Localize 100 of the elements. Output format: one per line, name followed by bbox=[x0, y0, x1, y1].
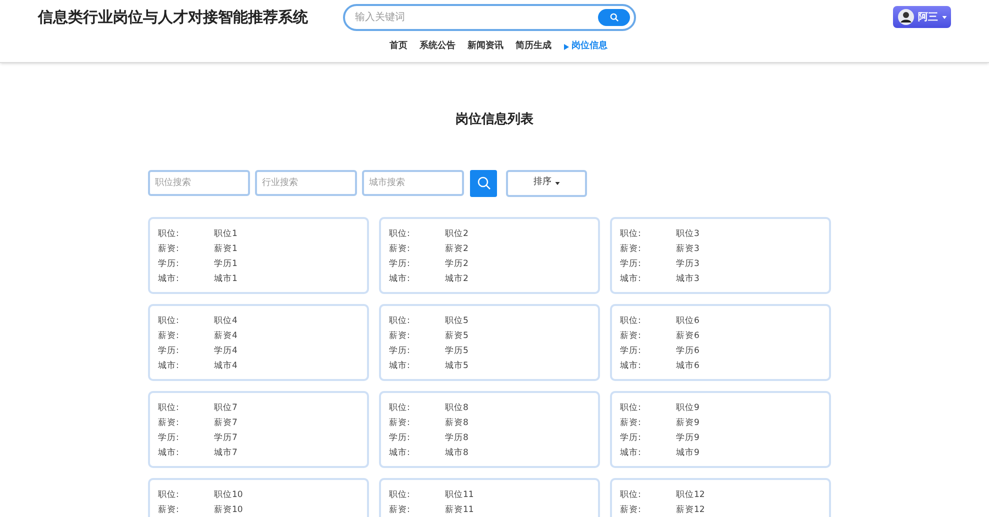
field-label: 薪资: bbox=[158, 504, 180, 516]
field-value: 职位8 bbox=[445, 402, 468, 414]
search-button[interactable] bbox=[470, 170, 497, 196]
field-value: 城市4 bbox=[214, 360, 238, 372]
field-value: 学历8 bbox=[445, 432, 468, 444]
field-label: 城市: bbox=[158, 272, 180, 286]
field-label: 城市: bbox=[620, 446, 642, 460]
field-label: 薪资: bbox=[389, 330, 411, 342]
field-value: 学历4 bbox=[214, 344, 238, 358]
nav-link[interactable]: 简历生成 bbox=[516, 40, 552, 54]
field-label: 薪资: bbox=[620, 416, 642, 430]
field-value: 薪资6 bbox=[676, 330, 700, 342]
field-value: 职位11 bbox=[445, 488, 474, 502]
search-bar[interactable]: 输入关键词 bbox=[343, 4, 636, 30]
field-value: 薪资12 bbox=[676, 504, 705, 516]
field-label: 薪资: bbox=[389, 504, 411, 516]
field-label: 职位: bbox=[620, 314, 642, 328]
field-label: 职位: bbox=[389, 314, 411, 328]
nav-link[interactable]: 岗位信息 bbox=[564, 40, 608, 54]
job-card[interactable]: 职位: 职位9 薪资: 薪资9 学历: 学历9 城市: 城市9 bbox=[610, 390, 831, 468]
field-value: 城市2 bbox=[445, 272, 468, 286]
filter-field[interactable]: 行业搜索 bbox=[255, 170, 357, 196]
field-value: 职位9 bbox=[676, 402, 700, 414]
field-label: 城市: bbox=[158, 446, 180, 460]
field-value: 城市7 bbox=[214, 446, 238, 460]
field-value: 城市9 bbox=[676, 446, 700, 460]
field-label: 职位: bbox=[158, 228, 180, 240]
search-field[interactable]: 输入关键词 bbox=[355, 10, 598, 24]
field-value: 城市8 bbox=[445, 446, 468, 460]
field-value: 薪资4 bbox=[214, 330, 238, 342]
field-value: 学历1 bbox=[214, 258, 238, 270]
field-value: 学历2 bbox=[445, 258, 468, 270]
field-value: 薪资5 bbox=[445, 330, 468, 342]
field-label: 职位: bbox=[158, 314, 180, 328]
field-value: 薪资8 bbox=[445, 416, 468, 430]
job-card[interactable]: 职位: 职位3 薪资: 薪资3 学历: 学历3 城市: 城市3 bbox=[610, 216, 831, 294]
field-value: 职位6 bbox=[676, 314, 700, 328]
field-label: 学历: bbox=[620, 432, 642, 444]
field-label: 职位: bbox=[389, 228, 411, 240]
field-label: 城市: bbox=[620, 360, 642, 372]
search-button[interactable] bbox=[598, 8, 630, 26]
job-card[interactable]: 职位: 职位8 薪资: 薪资8 学历: 学历8 城市: 城市8 bbox=[379, 390, 600, 468]
field-value: 职位12 bbox=[676, 488, 705, 502]
job-card[interactable]: 职位: 职位11 薪资: 薪资11 bbox=[379, 478, 600, 517]
nav-link[interactable]: 系统公告 bbox=[420, 40, 456, 54]
user-menu-button[interactable]: 阿三 bbox=[893, 6, 951, 28]
field-label: 学历: bbox=[389, 432, 411, 444]
field-label: 职位: bbox=[620, 488, 642, 502]
field-label: 职位: bbox=[389, 402, 411, 414]
job-card[interactable]: 职位: 职位6 薪资: 薪资6 学历: 学历6 城市: 城市6 bbox=[610, 304, 831, 380]
field-value: 学历7 bbox=[214, 432, 238, 444]
field-label: 城市: bbox=[158, 360, 180, 372]
field-value: 学历3 bbox=[676, 258, 700, 270]
field-value: 职位3 bbox=[676, 228, 700, 240]
job-card[interactable]: 职位: 职位4 薪资: 薪资4 学历: 学历4 城市: 城市4 bbox=[148, 304, 369, 380]
caret-icon bbox=[942, 16, 947, 18]
job-card[interactable]: 职位: 职位12 薪资: 薪资12 bbox=[610, 478, 831, 517]
field-label: 城市: bbox=[620, 272, 642, 286]
field-value: 薪资11 bbox=[445, 504, 474, 516]
field-value: 职位2 bbox=[445, 228, 468, 240]
field-label: 薪资: bbox=[158, 330, 180, 342]
field-value: 薪资7 bbox=[214, 416, 238, 430]
field-label: 学历: bbox=[620, 258, 642, 270]
filter-field[interactable]: 职位搜索 bbox=[148, 170, 250, 196]
field-value: 薪资1 bbox=[214, 242, 238, 256]
field-label: 薪资: bbox=[389, 242, 411, 256]
field-label: 学历: bbox=[158, 432, 180, 444]
filter-field[interactable]: 城市搜索 bbox=[362, 170, 464, 196]
job-card[interactable]: 职位: 职位10 薪资: 薪资10 bbox=[148, 478, 369, 517]
job-card[interactable]: 职位: 职位5 薪资: 薪资5 学历: 学历5 城市: 城市5 bbox=[379, 304, 600, 380]
field-label: 薪资: bbox=[620, 242, 642, 256]
field-label: 城市: bbox=[389, 446, 411, 460]
search-icon bbox=[610, 12, 618, 22]
field-label: 薪资: bbox=[620, 330, 642, 342]
field-value: 薪资3 bbox=[676, 242, 700, 256]
job-card[interactable]: 职位: 职位2 薪资: 薪资2 学历: 学历2 城市: 城市2 bbox=[379, 216, 600, 294]
triangle-icon bbox=[564, 44, 568, 50]
field-label: 薪资: bbox=[620, 504, 642, 516]
field-value: 薪资2 bbox=[445, 242, 468, 256]
field-label: 职位: bbox=[158, 402, 180, 414]
field-value: 薪资10 bbox=[214, 504, 243, 516]
field-value: 学历5 bbox=[445, 344, 468, 358]
nav-link[interactable]: 首页 bbox=[390, 40, 408, 54]
field-value: 城市5 bbox=[445, 360, 468, 372]
field-label: 城市: bbox=[389, 360, 411, 372]
field-label: 薪资: bbox=[158, 242, 180, 256]
job-card[interactable]: 职位: 职位1 薪资: 薪资1 学历: 学历1 城市: 城市1 bbox=[148, 216, 369, 294]
field-value: 城市6 bbox=[676, 360, 700, 372]
field-value: 职位4 bbox=[214, 314, 238, 328]
field-value: 职位1 bbox=[214, 228, 238, 240]
field-value: 城市1 bbox=[214, 272, 238, 286]
field-value: 学历9 bbox=[676, 432, 700, 444]
job-card[interactable]: 职位: 职位7 薪资: 薪资7 学历: 学历7 城市: 城市7 bbox=[148, 390, 369, 468]
field-label: 学历: bbox=[620, 344, 642, 358]
field-value: 职位5 bbox=[445, 314, 468, 328]
nav-link[interactable]: 新闻资讯 bbox=[468, 40, 504, 54]
field-label: 职位: bbox=[620, 228, 642, 240]
field-label: 学历: bbox=[389, 344, 411, 358]
sort-button[interactable]: 排序 bbox=[506, 170, 587, 196]
field-label: 薪资: bbox=[389, 416, 411, 430]
